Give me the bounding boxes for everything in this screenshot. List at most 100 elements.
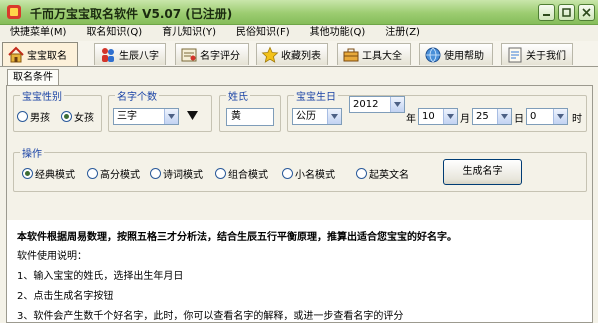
month-unit: 月 [460, 114, 470, 125]
radio-button [282, 168, 293, 179]
name-length-group: 名字个数 三字 [108, 88, 212, 132]
radio-label: 小名模式 [295, 170, 335, 181]
minimize-icon [543, 14, 550, 16]
subtab-naming-conditions[interactable]: 取名条件 [7, 69, 59, 86]
maximize-button[interactable] [558, 4, 575, 21]
birthday-group-title: 宝宝生日 [294, 88, 338, 103]
radio-label: 男孩 [30, 113, 50, 124]
select-value: 10 [422, 111, 435, 122]
radio-label: 起英文名 [369, 170, 409, 181]
generate-names-button[interactable]: 生成名字 [443, 159, 522, 185]
tab-label: 宝宝取名 [27, 51, 67, 62]
mode-poetry-radio[interactable]: 诗词模式 [150, 166, 203, 181]
day-unit: 日 [514, 114, 524, 125]
certificate-icon [181, 48, 197, 61]
surname-group-title: 姓氏 [226, 88, 250, 103]
mode-combination-radio[interactable]: 组合模式 [215, 166, 268, 181]
help-globe-icon [425, 47, 441, 63]
radio-button [150, 168, 161, 179]
surname-group: 姓氏 黄 [219, 88, 281, 132]
conditions-panel: 宝宝性别 男孩 女孩 名字个数 三字 姓氏 黄 宝宝生日 公历 2012 年 1… [6, 85, 593, 221]
radio-button [17, 111, 28, 122]
name-length-group-title: 名字个数 [115, 88, 159, 103]
radio-button [356, 168, 367, 179]
people-icon [102, 47, 114, 62]
tab-content: 取名条件 宝宝性别 男孩 女孩 名字个数 三字 姓氏 黄 宝宝生日 公历 201… [0, 67, 598, 323]
birth-day-select[interactable]: 25 [472, 108, 512, 125]
gender-boy-radio[interactable]: 男孩 [17, 109, 50, 124]
close-button[interactable] [578, 4, 595, 21]
select-value: 公历 [296, 111, 316, 122]
tab-toolbox[interactable]: 工具大全 [337, 43, 411, 65]
tab-label: 使用帮助 [444, 51, 484, 62]
tab-label: 关于我们 [526, 51, 566, 62]
window-title: 千而万宝宝取名软件 V5.07 (已注册) [30, 7, 233, 21]
tab-label: 收藏列表 [281, 51, 321, 62]
about-icon [508, 47, 522, 62]
dropdown-arrow-icon [164, 109, 178, 124]
dropdown-arrow-icon [327, 109, 341, 124]
mode-classic-radio[interactable]: 经典模式 [22, 166, 75, 181]
tab-label: 工具大全 [362, 51, 402, 62]
star-icon [261, 46, 279, 63]
dropdown-arrow-icon [443, 109, 457, 124]
minimize-button[interactable] [538, 4, 555, 21]
birth-month-select[interactable]: 10 [418, 108, 458, 125]
year-unit: 年 [406, 114, 416, 125]
radio-button-selected [61, 111, 72, 122]
hour-unit: 时 [572, 114, 582, 125]
select-value: 25 [476, 111, 489, 122]
radio-button-selected [22, 168, 33, 179]
mode-english-name-radio[interactable]: 起英文名 [356, 166, 409, 181]
tab-birth-chart[interactable]: 生辰八字 [94, 43, 166, 65]
main-tab-bar: 宝宝取名 生辰八字 名字评分 收藏列表 工具大全 使用帮助 关于我们 [0, 41, 598, 67]
radio-label: 经典模式 [35, 170, 75, 181]
mode-nickname-radio[interactable]: 小名模式 [282, 166, 335, 181]
usage-title: 软件使用说明： [17, 251, 87, 262]
calendar-type-select[interactable]: 公历 [292, 108, 342, 125]
tab-baby-naming[interactable]: 宝宝取名 [2, 42, 78, 66]
tab-favorites[interactable]: 收藏列表 [256, 43, 328, 65]
usage-step: 3、软件会产生数千个好名字，此时，你可以查看名字的解释，或进一步查看名字的评分 [17, 311, 404, 322]
birthday-group: 宝宝生日 公历 2012 年 10 月 25 日 0 时 [287, 88, 587, 132]
usage-step: 1、输入宝宝的姓氏，选择出生年月日 [17, 271, 184, 282]
radio-button [215, 168, 226, 179]
close-icon [582, 8, 591, 17]
birth-year-select[interactable]: 2012 [349, 96, 405, 113]
select-value: 0 [530, 111, 537, 122]
usage-step: 2、点击生成名字按钮 [17, 291, 114, 302]
tab-about[interactable]: 关于我们 [501, 43, 573, 65]
dropdown-arrow-icon [497, 109, 511, 124]
menu-other-functions[interactable]: 其他功能(Q) [296, 25, 372, 41]
radio-button [87, 168, 98, 179]
dropdown-arrow-icon [553, 109, 567, 124]
menu-register[interactable]: 注册(Z) [371, 25, 426, 41]
menu-shortcuts[interactable]: 快捷菜单(M) [0, 25, 72, 41]
surname-input[interactable]: 黄 [226, 108, 274, 126]
gender-girl-radio[interactable]: 女孩 [61, 109, 94, 124]
radio-label: 高分模式 [100, 170, 140, 181]
radio-label: 女孩 [74, 113, 94, 124]
home-icon [8, 46, 24, 62]
menu-naming-knowledge[interactable]: 取名知识(Q) [72, 25, 148, 41]
birth-hour-select[interactable]: 0 [526, 108, 568, 125]
mode-high-score-radio[interactable]: 高分模式 [87, 166, 140, 181]
dropdown-arrow-icon [390, 97, 404, 112]
menu-bar: 快捷菜单(M) 取名知识(Q) 育儿知识(Y) 民俗知识(F) 其他功能(Q) … [0, 25, 598, 41]
maximize-icon [562, 8, 571, 17]
radio-label: 组合模式 [228, 170, 268, 181]
toolbox-icon [343, 48, 359, 61]
select-value: 2012 [353, 99, 379, 110]
tab-label: 生辰八字 [119, 51, 159, 62]
tab-name-score[interactable]: 名字评分 [175, 43, 249, 65]
tab-label: 名字评分 [200, 51, 240, 62]
description-panel: 本软件根据周易数理，按照五格三才分析法，结合生辰五行平衡原理，推算出适合您宝宝的… [6, 220, 593, 323]
description-intro: 本软件根据周易数理，按照五格三才分析法，结合生辰五行平衡原理，推算出适合您宝宝的… [17, 232, 457, 243]
name-length-select[interactable]: 三字 [113, 108, 179, 125]
menu-folk-knowledge[interactable]: 民俗知识(F) [222, 25, 296, 41]
title-bar: 千而万宝宝取名软件 V5.07 (已注册) [0, 0, 598, 25]
operation-group-title: 操作 [20, 145, 44, 160]
tab-help[interactable]: 使用帮助 [419, 43, 493, 65]
menu-parenting-knowledge[interactable]: 育儿知识(Y) [148, 25, 222, 41]
radio-label: 诗词模式 [163, 170, 203, 181]
